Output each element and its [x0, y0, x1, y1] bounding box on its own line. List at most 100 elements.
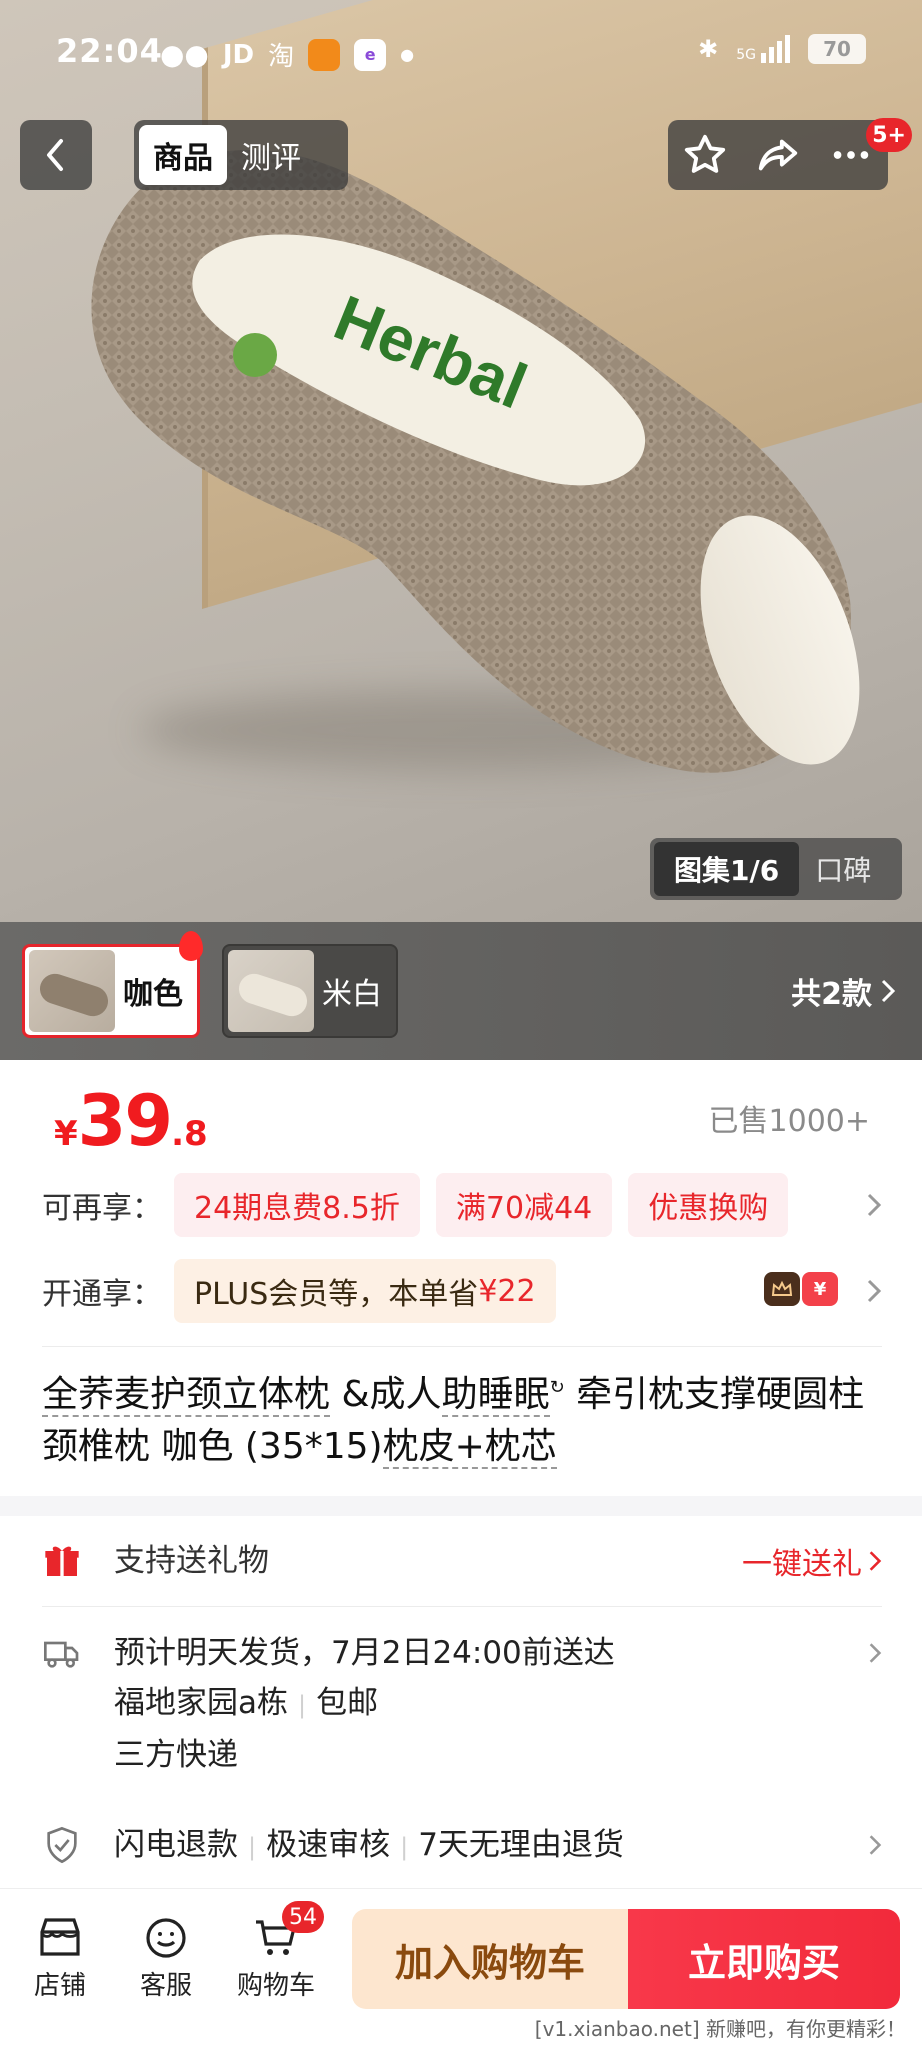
delivery-carrier: 三方快递 [114, 1737, 238, 1773]
guarantee-items: 闪电退款 | 极速审核 | 7天无理由退货 [114, 1820, 624, 1872]
customer-service-button[interactable]: 客服 [116, 1911, 216, 2002]
send-gift-label: 一键送礼 [742, 1547, 862, 1582]
chevron-right-icon [868, 1628, 882, 1678]
cart-label: 购物车 [236, 1971, 315, 2001]
variant-label: 米白 [322, 977, 382, 1012]
chevron-right-icon [866, 1170, 882, 1240]
plus-row[interactable]: 开通享： PLUS会员等，本单省 ¥22 ¥ [42, 1256, 882, 1326]
reviews-tab[interactable]: 口碑 [799, 849, 887, 889]
message-badge: 5+ [866, 118, 912, 152]
status-bar: 22:04 ●● JD 淘 e ● ✱ 5G 70 [0, 0, 922, 104]
title-link[interactable]: 助睡眠 [441, 1374, 550, 1417]
title-link[interactable]: 立体枕 [222, 1374, 331, 1417]
more-dot-icon: ● [400, 45, 415, 64]
status-app-icons: ●● JD 淘 e ● [160, 36, 414, 73]
chevron-right-icon [868, 1820, 882, 1870]
variant-label: 咖色 [123, 977, 183, 1012]
plus-icons: ¥ [764, 1272, 838, 1306]
taobao-app-icon: 淘 [268, 42, 295, 72]
guarantee-item: 极速审核 [266, 1827, 391, 1863]
shipping-fee: 包邮 [316, 1685, 379, 1721]
chat-smile-icon [116, 1911, 216, 1965]
all-variants-link[interactable]: 共2款 [791, 922, 896, 1060]
network-type: 5G [736, 47, 756, 63]
chevron-left-icon [47, 139, 63, 171]
battery-icon: 70 [808, 34, 866, 64]
coupon-icon: ¥ [802, 1272, 838, 1306]
crown-icon [764, 1272, 800, 1306]
delivery-address-line: 福地家园a栋 | 包邮 [114, 1678, 615, 1730]
divider [42, 1606, 882, 1607]
guarantee-item: 7天无理由退货 [418, 1827, 624, 1863]
top-actions [668, 120, 888, 190]
variants-total: 共2款 [791, 977, 872, 1012]
shop-label: 店铺 [33, 1971, 86, 2001]
separator: | [400, 1833, 409, 1861]
variant-option[interactable]: 米白 [222, 944, 398, 1038]
price-currency: ¥ [54, 1114, 78, 1154]
promo-label: 可再享： [42, 1191, 162, 1226]
plus-label: 开通享： [42, 1277, 162, 1312]
bluetooth-icon: ✱ [698, 35, 719, 63]
top-tabs: 商品 测评 [134, 120, 348, 190]
variant-thumbnail [228, 950, 314, 1032]
star-icon [684, 134, 725, 173]
promo-row[interactable]: 可再享： 24期息费8.5折 满70减44 优惠换购 [42, 1170, 882, 1240]
separator: | [298, 1691, 307, 1719]
price-integer: 39 [77, 1080, 173, 1162]
price: ¥ 39 .8 [54, 1080, 208, 1162]
price-decimal: .8 [171, 1114, 208, 1154]
share-button[interactable] [750, 127, 806, 183]
divider [42, 1346, 882, 1347]
plus-tag[interactable]: PLUS会员等，本单省 ¥22 [174, 1259, 556, 1323]
tab-product[interactable]: 商品 [139, 125, 227, 185]
variant-option[interactable]: 咖色 [22, 931, 203, 1038]
status-time: 22:04 [56, 32, 163, 70]
service-label: 客服 [139, 1971, 192, 2001]
chevron-right-icon [881, 979, 896, 1003]
section-gap [0, 1496, 922, 1516]
sold-count: 已售1000+ [708, 1104, 870, 1139]
guarantee-row[interactable]: 闪电退款 | 极速审核 | 7天无理由退货 [42, 1820, 882, 1870]
gift-row[interactable]: 支持送礼物 一键送礼 [42, 1536, 882, 1586]
promo-tag[interactable]: 24期息费8.5折 [174, 1173, 420, 1237]
chevron-right-icon [866, 1256, 882, 1326]
wechat-icon: ●● [160, 38, 209, 71]
promo-tag[interactable]: 满70减44 [435, 1173, 613, 1237]
tab-review[interactable]: 测评 [227, 125, 315, 185]
shop-icon [10, 1911, 110, 1965]
shield-check-icon [47, 1826, 77, 1864]
subsidy-app-icon [308, 38, 341, 71]
delivery-row[interactable]: 预计明天发货，7月2日24:00前送达 福地家园a栋 | 包邮 三方快递 [42, 1628, 882, 1778]
back-button[interactable] [20, 120, 92, 190]
gallery-switch: 图集1/6 口碑 [650, 838, 902, 900]
truck-icon [44, 1641, 79, 1668]
separator: | [248, 1833, 257, 1861]
watermark: [v1.xianbao.net] 新赚吧，有你更精彩！ [530, 2013, 910, 2042]
product-title: 全荞麦护颈立体枕 &成人助睡眠↻ 牵引枕支撑硬圆柱颈椎枕 咖色 (35*15)枕… [42, 1362, 882, 1473]
add-to-cart-button[interactable]: 加入购物车 [352, 1909, 628, 2009]
cart-button[interactable]: 购物车 54 [226, 1901, 326, 2002]
buy-now-button[interactable]: 立即购买 [628, 1909, 900, 2009]
delivery-estimate: 预计明天发货，7月2日24:00前送达 [114, 1635, 615, 1671]
refresh-icon: ↻ [549, 1377, 565, 1398]
hot-flame-icon [179, 931, 203, 961]
chevron-right-icon [869, 1551, 882, 1571]
variant-strip: 咖色 米白 共2款 [0, 922, 922, 1060]
promo-tag[interactable]: 优惠换购 [628, 1173, 789, 1237]
variant-thumbnail [29, 950, 115, 1032]
title-link[interactable]: 枕皮+枕芯 [382, 1426, 557, 1469]
status-right: ✱ 5G 70 [698, 34, 866, 64]
plus-text: PLUS会员等，本单省 [194, 1277, 479, 1312]
favorite-button[interactable] [677, 127, 733, 183]
shop-button[interactable]: 店铺 [10, 1911, 110, 2002]
product-hero-image[interactable]: Herbal 22:04 ●● JD 淘 e ● ✱ 5G 70 商品 测评 5… [0, 0, 922, 922]
send-gift-link[interactable]: 一键送礼 [742, 1536, 882, 1586]
gift-icon [45, 1546, 79, 1576]
plus-amount: ¥22 [478, 1273, 536, 1309]
delivery-address: 福地家园a栋 [114, 1685, 288, 1721]
gallery-counter[interactable]: 图集1/6 [654, 842, 800, 896]
title-link[interactable]: 全荞麦护颈 [42, 1374, 223, 1417]
delivery-info: 预计明天发货，7月2日24:00前送达 福地家园a栋 | 包邮 三方快递 [114, 1628, 615, 1780]
guarantee-item: 闪电退款 [114, 1827, 238, 1863]
